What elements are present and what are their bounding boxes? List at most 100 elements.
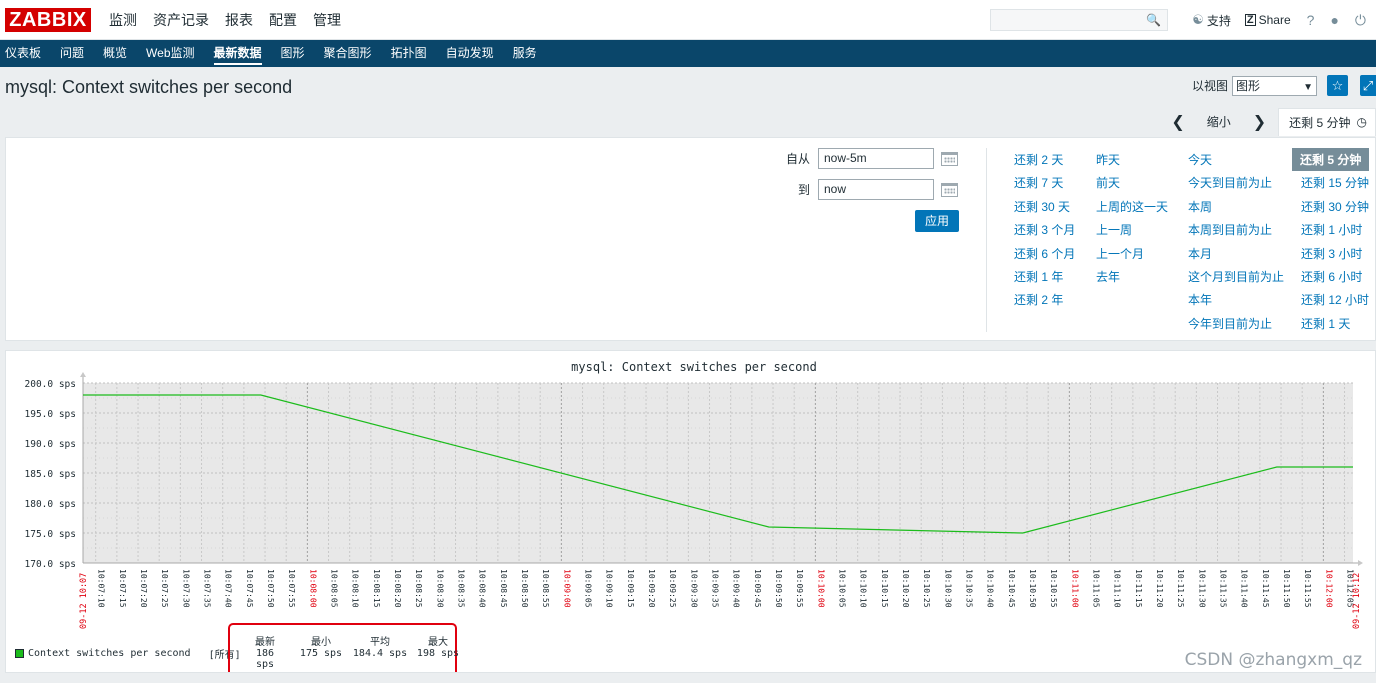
main-menu-configuration[interactable]: 配置 bbox=[261, 0, 305, 40]
stat-avg-value: 184.4 sps bbox=[352, 648, 408, 659]
share-label: Share bbox=[1258, 13, 1291, 27]
stat-max-value: 198 sps bbox=[416, 648, 460, 659]
quick-range-link[interactable]: 还剩 1 年 bbox=[1014, 268, 1063, 285]
x-tick-label: 10:11:20 bbox=[1155, 569, 1164, 608]
x-tick-label: 10:10:45 bbox=[1007, 569, 1016, 608]
quick-range-link[interactable]: 今天到目前为止 bbox=[1188, 174, 1272, 191]
quick-range-link[interactable]: 还剩 2 年 bbox=[1014, 291, 1063, 308]
stat-avg: 平均 184.4 sps bbox=[352, 633, 408, 659]
calendar-icon[interactable] bbox=[941, 182, 958, 197]
quick-range-link[interactable]: 本周到目前为止 bbox=[1188, 221, 1272, 238]
x-tick-label: 10:11:00 bbox=[1070, 569, 1079, 608]
x-tick-label: 10:11:45 bbox=[1261, 569, 1270, 608]
quick-range-link[interactable]: 今年到目前为止 bbox=[1188, 315, 1272, 332]
y-tick-label: 185.0 sps bbox=[25, 469, 76, 480]
stat-min-header: 最小 bbox=[311, 637, 331, 648]
quick-range-link[interactable]: 还剩 6 个月 bbox=[1014, 245, 1075, 262]
to-label: 到 bbox=[797, 183, 810, 197]
x-tick-label: 10:12:00 bbox=[1324, 569, 1333, 608]
sub-menu-maps[interactable]: 拓扑图 bbox=[391, 40, 427, 67]
sub-menu-graphs[interactable]: 图形 bbox=[281, 40, 305, 67]
to-input[interactable]: now bbox=[818, 179, 934, 200]
x-tick-label: 10:08:00 bbox=[308, 569, 317, 608]
stat-last: 最新 186 sps bbox=[244, 633, 286, 670]
quick-range-link[interactable]: 还剩 7 天 bbox=[1014, 174, 1063, 191]
x-tick-label: 10:09:05 bbox=[584, 569, 593, 608]
x-tick-label: 10:11:50 bbox=[1282, 569, 1291, 608]
quick-range-link[interactable]: 这个月到目前为止 bbox=[1188, 268, 1284, 285]
quick-range-link[interactable]: 上周的这一天 bbox=[1096, 198, 1168, 215]
quick-range-link[interactable]: 本年 bbox=[1188, 291, 1212, 308]
sub-menu-services[interactable]: 服务 bbox=[513, 40, 537, 67]
sub-menu-problems[interactable]: 问题 bbox=[60, 40, 84, 67]
quick-range-link[interactable]: 还剩 6 小时 bbox=[1301, 268, 1362, 285]
support-link[interactable]: ☯ 支持 bbox=[1192, 12, 1231, 29]
calendar-icon[interactable] bbox=[941, 151, 958, 166]
quick-range-link[interactable]: 今天 bbox=[1188, 151, 1212, 168]
quick-range-link[interactable]: 上一周 bbox=[1096, 221, 1132, 238]
x-tick-label: 10:08:45 bbox=[499, 569, 508, 608]
global-search-input[interactable]: 🔍 bbox=[990, 9, 1169, 31]
sub-menu-web[interactable]: Web监测 bbox=[146, 40, 194, 67]
time-period-tab-label: 还剩 5 分钟 bbox=[1289, 115, 1351, 130]
quick-range-link[interactable]: 还剩 30 分钟 bbox=[1301, 198, 1369, 215]
quick-range-link[interactable]: 昨天 bbox=[1096, 151, 1120, 168]
stat-last-header: 最新 bbox=[255, 637, 275, 648]
time-filter-panel: 自从 now-5m 到 now 应用 还剩 2 天还剩 7 天还剩 30 天还剩… bbox=[5, 137, 1376, 341]
favourite-star-button[interactable]: ☆ bbox=[1327, 75, 1348, 96]
sub-menu-overview[interactable]: 概览 bbox=[103, 40, 127, 67]
main-menu-administration[interactable]: 管理 bbox=[305, 0, 349, 40]
stat-last-value: 186 sps bbox=[255, 648, 275, 670]
quick-range-link[interactable]: 本月 bbox=[1188, 245, 1212, 262]
x-tick-label: 10:08:40 bbox=[478, 569, 487, 608]
quick-range-link[interactable]: 还剩 3 个月 bbox=[1014, 221, 1075, 238]
sub-menu-discovery[interactable]: 自动发现 bbox=[446, 40, 494, 67]
power-icon[interactable]: ⏻ bbox=[1355, 12, 1366, 29]
quick-range-link[interactable]: 本周 bbox=[1188, 198, 1212, 215]
sub-menu-latest-data[interactable]: 最新数据 bbox=[213, 40, 262, 67]
time-forward-arrow-icon[interactable]: ❯ bbox=[1253, 112, 1266, 132]
zabbix-logo[interactable]: ZABBIX bbox=[5, 7, 91, 32]
zoom-out-button[interactable]: 缩小 bbox=[1197, 113, 1241, 130]
x-tick-label: 10:08:05 bbox=[330, 569, 339, 608]
x-tick-label: 10:10:10 bbox=[859, 569, 868, 608]
x-tick-label: 10:11:15 bbox=[1134, 569, 1143, 608]
main-menu-monitoring[interactable]: 监测 bbox=[101, 0, 145, 40]
stat-min-value: 175 sps bbox=[299, 648, 343, 659]
from-input[interactable]: now-5m bbox=[818, 148, 934, 169]
page-title: mysql: Context switches per second bbox=[5, 76, 293, 97]
quick-range-link[interactable]: 前天 bbox=[1096, 174, 1120, 191]
main-menu-reports[interactable]: 报表 bbox=[217, 0, 261, 40]
quick-range-link[interactable]: 还剩 15 分钟 bbox=[1301, 174, 1369, 191]
quick-range-link[interactable]: 还剩 2 天 bbox=[1014, 151, 1063, 168]
share-link[interactable]: Z Share bbox=[1244, 13, 1291, 27]
quick-range-link[interactable]: 还剩 5 分钟 bbox=[1292, 148, 1370, 171]
view-select[interactable]: 图形 ▼ bbox=[1232, 75, 1317, 96]
expand-icon: ⤢ bbox=[1362, 77, 1374, 93]
quick-range-link[interactable]: 还剩 12 小时 bbox=[1301, 291, 1369, 308]
view-label: 以视图 bbox=[1191, 79, 1228, 93]
share-z-icon: Z bbox=[1244, 14, 1256, 26]
quick-range-link[interactable]: 上一个月 bbox=[1096, 245, 1144, 262]
quick-range-link[interactable]: 还剩 1 天 bbox=[1301, 315, 1350, 332]
time-back-arrow-icon[interactable]: ❮ bbox=[1171, 112, 1184, 132]
apply-button[interactable]: 应用 bbox=[915, 210, 959, 232]
sub-menu-dashboard[interactable]: 仪表板 bbox=[5, 40, 41, 67]
y-tick-label: 170.0 sps bbox=[25, 559, 76, 570]
main-menu-inventory[interactable]: 资产记录 bbox=[145, 0, 217, 40]
help-icon[interactable]: ? bbox=[1307, 12, 1315, 28]
search-icon[interactable]: 🔍 bbox=[1146, 13, 1161, 27]
x-tick-label: 10:07:15 bbox=[118, 569, 127, 608]
line-chart[interactable]: mysql: Context switches per second 200.0 … bbox=[6, 351, 1376, 673]
quick-range-link[interactable]: 去年 bbox=[1096, 268, 1120, 285]
user-icon[interactable]: ● bbox=[1330, 12, 1338, 28]
time-period-tab[interactable]: 还剩 5 分钟 ◷ bbox=[1278, 107, 1376, 136]
to-row: 到 now bbox=[780, 179, 958, 200]
legend-stats-box: 最新 186 sps 最小 175 sps 平均 184.4 sps 最大 19… bbox=[228, 623, 460, 672]
quick-range-link[interactable]: 还剩 30 天 bbox=[1014, 198, 1070, 215]
quick-range-link[interactable]: 还剩 1 小时 bbox=[1301, 221, 1362, 238]
sub-menu-screens[interactable]: 聚合图形 bbox=[324, 40, 372, 67]
fullscreen-button[interactable]: ⤢ bbox=[1360, 75, 1376, 96]
x-tick-label: 10:10:25 bbox=[922, 569, 931, 608]
quick-range-link[interactable]: 还剩 3 小时 bbox=[1301, 245, 1362, 262]
